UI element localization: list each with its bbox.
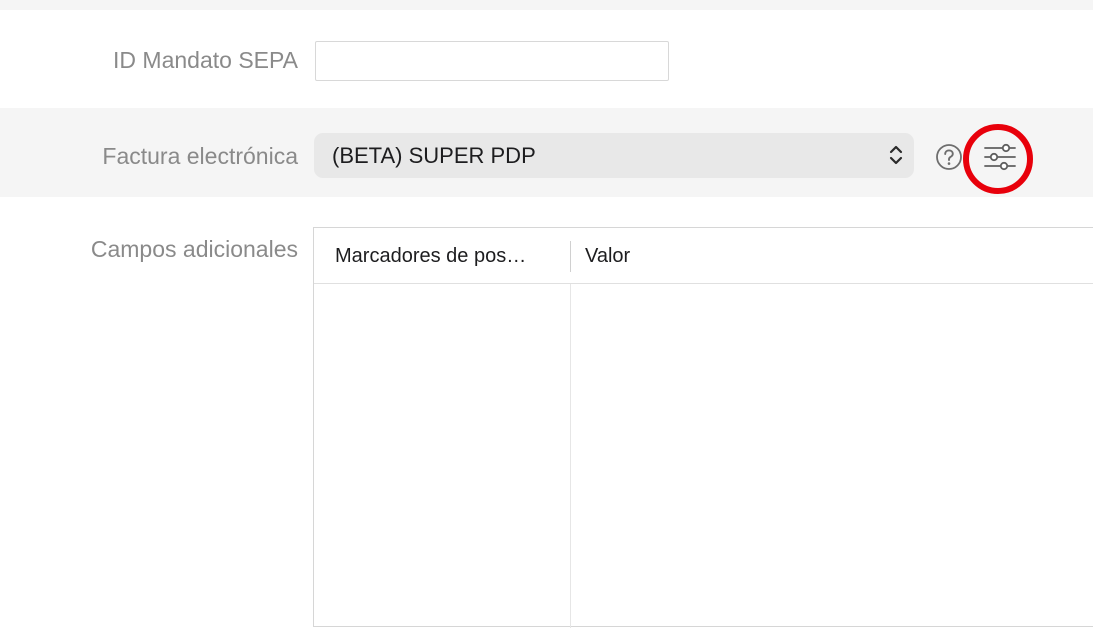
extra-fields-label: Campos adicionales <box>90 236 298 262</box>
einvoice-label: Factura electrónica <box>102 143 298 169</box>
chevron-up-down-icon <box>889 145 903 165</box>
einvoice-format-popup[interactable]: (BETA) SUPER PDP <box>314 133 914 178</box>
top-strip <box>0 0 1093 10</box>
einvoice-format-value: (BETA) SUPER PDP <box>332 142 536 168</box>
column-divider[interactable] <box>570 241 571 272</box>
extra-fields-table[interactable]: Marcadores de pos… Valor <box>313 227 1093 628</box>
sepa-mandate-label: ID Mandato SEPA <box>113 47 298 73</box>
sliders-icon[interactable] <box>978 139 1022 175</box>
sepa-mandate-input[interactable] <box>315 41 669 81</box>
question-circle-icon[interactable] <box>935 143 963 171</box>
column-header-placeholders[interactable]: Marcadores de pos… <box>335 228 560 283</box>
table-header: Marcadores de pos… Valor <box>314 228 1093 284</box>
column-separator <box>570 284 571 628</box>
column-header-value[interactable]: Valor <box>585 228 985 283</box>
